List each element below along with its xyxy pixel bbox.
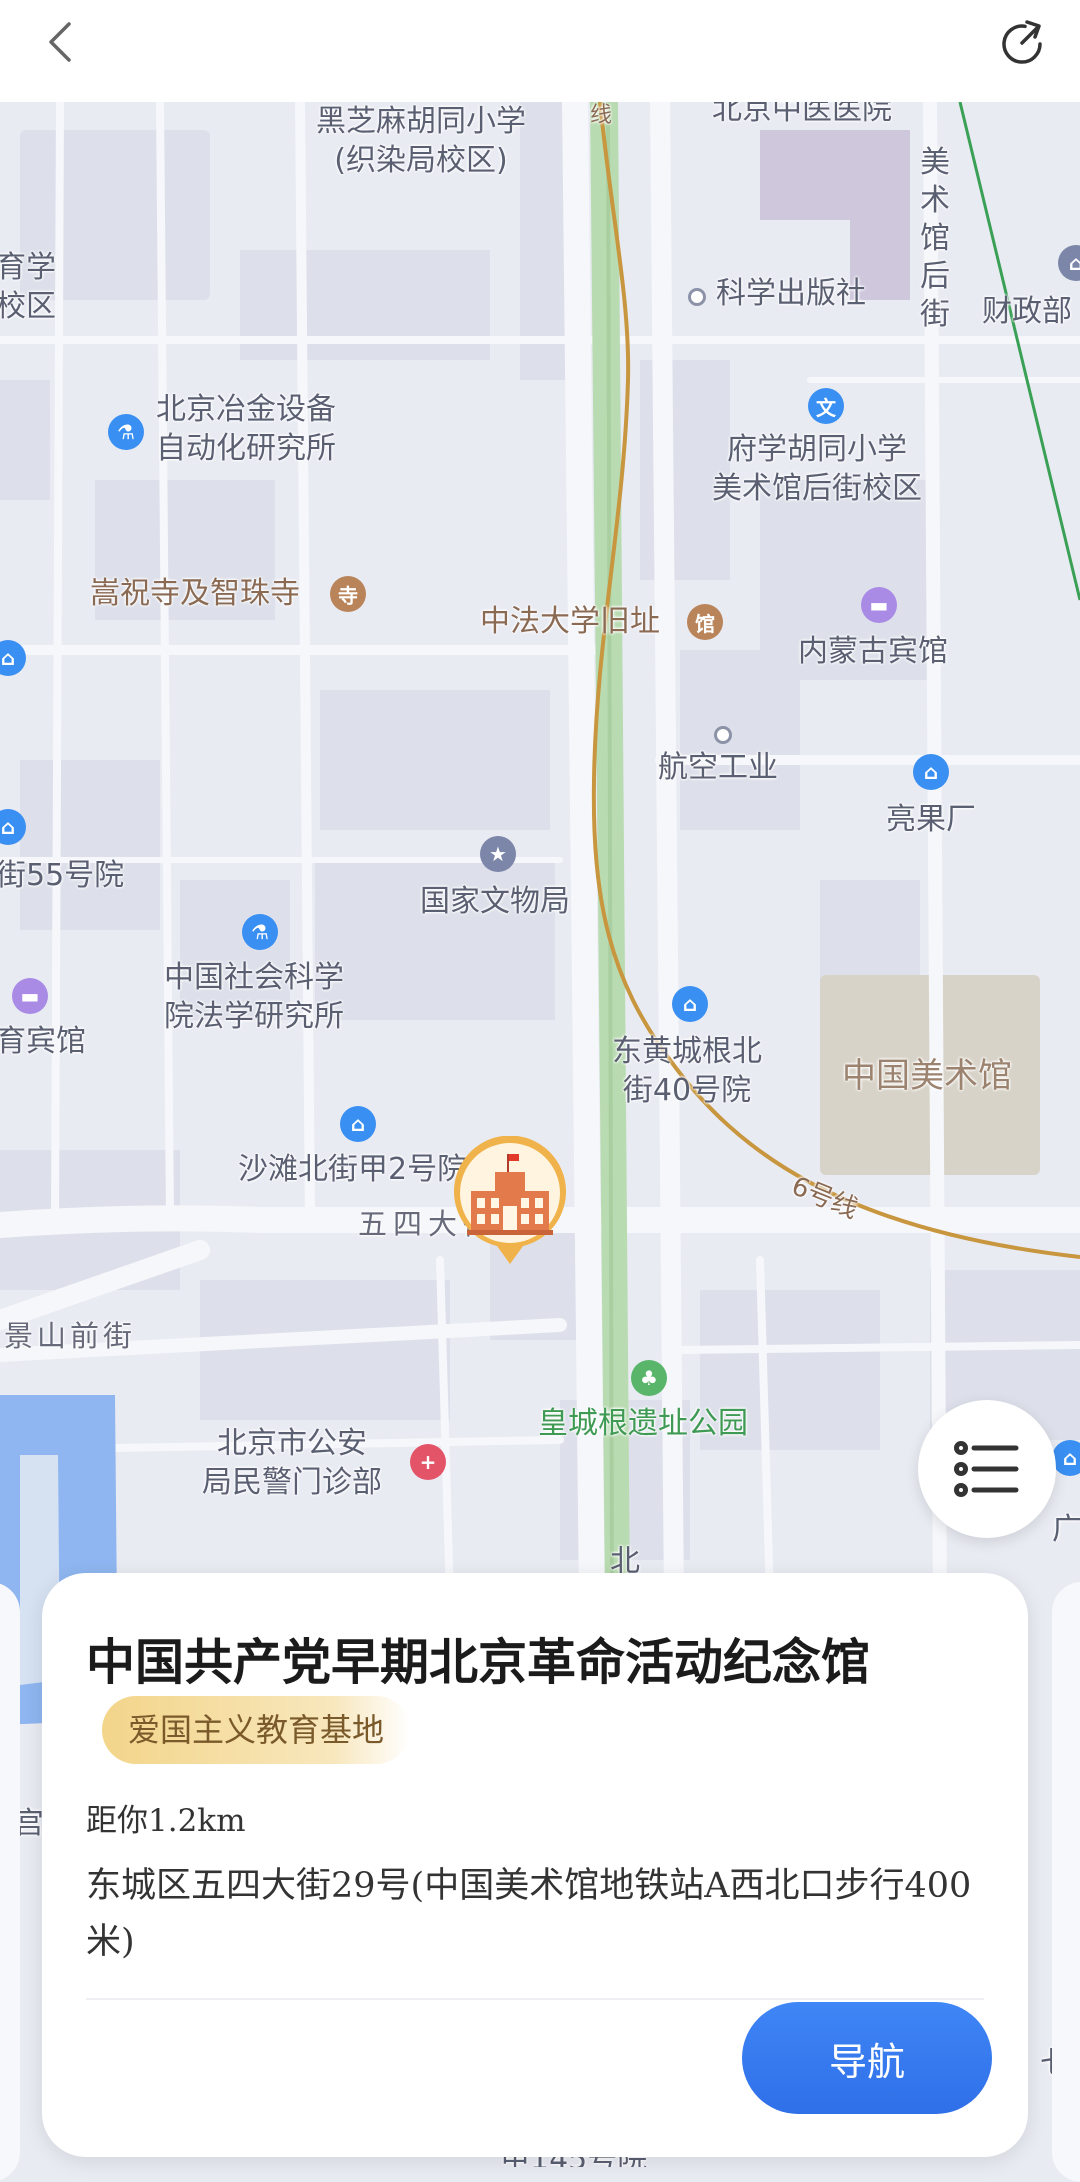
park-label: 皇城根遗址公园 — [538, 1406, 748, 1441]
map-label: 北京冶金设备 自动化研究所 — [156, 392, 336, 466]
school-pin[interactable]: 文 — [808, 388, 844, 424]
residence-pin-right[interactable]: ⌂ — [1052, 1440, 1080, 1476]
residence-pin-2[interactable]: ⌂ — [672, 986, 708, 1022]
card-divider — [86, 1998, 984, 2000]
map-label: 财政部 — [982, 294, 1072, 329]
museum-area-label: 中国美术馆 — [842, 1056, 1012, 1096]
chevron-left-icon — [49, 22, 71, 62]
map-label: 黑芝麻胡同小学 (织染局校区) — [316, 104, 526, 178]
previous-poi-card[interactable] — [0, 1582, 20, 2182]
list-icon — [954, 1441, 1019, 1497]
poi-distance: 距你1.2km — [86, 1803, 246, 1839]
temple-pin[interactable]: 寺 — [330, 576, 366, 612]
map-label: 嵩祝寺及智珠寺 — [90, 576, 300, 611]
next-poi-card[interactable] — [1052, 1582, 1080, 2182]
map-label: 东黄城根北 街40号院 — [612, 1034, 762, 1108]
museum-site-pin[interactable]: 馆 — [687, 604, 723, 640]
top-bar — [0, 0, 1080, 102]
hotel-pin[interactable]: ▬ — [861, 587, 897, 623]
park-pin[interactable]: ♣ — [631, 1360, 667, 1396]
government-pin[interactable]: ★ — [480, 836, 516, 872]
map-label: 科学出版社 — [716, 276, 866, 311]
map-label: 航空工业 — [658, 750, 778, 785]
back-button[interactable] — [30, 12, 90, 72]
map-label: 中法大学旧址 — [480, 604, 660, 639]
map-label: 广 — [1052, 1512, 1080, 1547]
place-dot — [688, 288, 706, 306]
poi-title: 中国共产党早期北京革命活动纪念馆 — [86, 1634, 871, 1691]
poi-list-button[interactable] — [918, 1400, 1056, 1538]
clinic-pin[interactable]: + — [410, 1444, 446, 1480]
road-label: 景山前街 — [4, 1319, 137, 1353]
map-label: 育宾馆 — [0, 1024, 86, 1059]
poi-detail-card[interactable]: 中国共产党早期北京革命活动纪念馆 爱国主义教育基地 距你1.2km 东城区五四大… — [42, 1573, 1028, 2157]
poi-address: 东城区五四大街29号(中国美术馆地铁站A西北口步行400米) — [86, 1866, 972, 1962]
place-dot — [714, 726, 732, 744]
map-label: 亮果厂 — [886, 802, 976, 837]
research-institute-pin[interactable]: ⚗ — [108, 414, 144, 450]
navigate-button[interactable]: 导航 — [742, 2002, 992, 2114]
map-label: 美 术 馆 后 街 — [920, 145, 950, 332]
map-label: 育学 校区 — [0, 250, 56, 324]
residence-pin[interactable]: ⌂ — [913, 754, 949, 790]
map-label: 街55号院 — [0, 858, 125, 893]
map-label: 北京中医医院 — [712, 102, 892, 127]
share-button[interactable] — [990, 12, 1054, 76]
map-label: 内蒙古宾馆 — [798, 634, 948, 669]
memorial-hall-icon — [454, 1135, 566, 1264]
map-label: 中国社会科学 院法学研究所 — [164, 960, 344, 1034]
map-label: 国家文物局 — [420, 884, 570, 919]
residence-pin-3[interactable]: ⌂ — [340, 1106, 376, 1142]
metro-line-label: 线 — [590, 103, 613, 128]
share-icon — [1002, 20, 1042, 64]
poi-category-tag: 爱国主义教育基地 — [102, 1696, 411, 1764]
selected-location-marker[interactable] — [453, 1135, 567, 1266]
map-label: 北京市公安 局民警门诊部 — [202, 1426, 382, 1500]
map-label: 沙滩北街甲2号院 — [238, 1152, 468, 1187]
institute-pin[interactable]: ⚗ — [242, 914, 278, 950]
map-label: 府学胡同小学 美术馆后街校区 — [712, 432, 922, 506]
hotel-pin-left[interactable]: ▬ — [12, 978, 48, 1014]
